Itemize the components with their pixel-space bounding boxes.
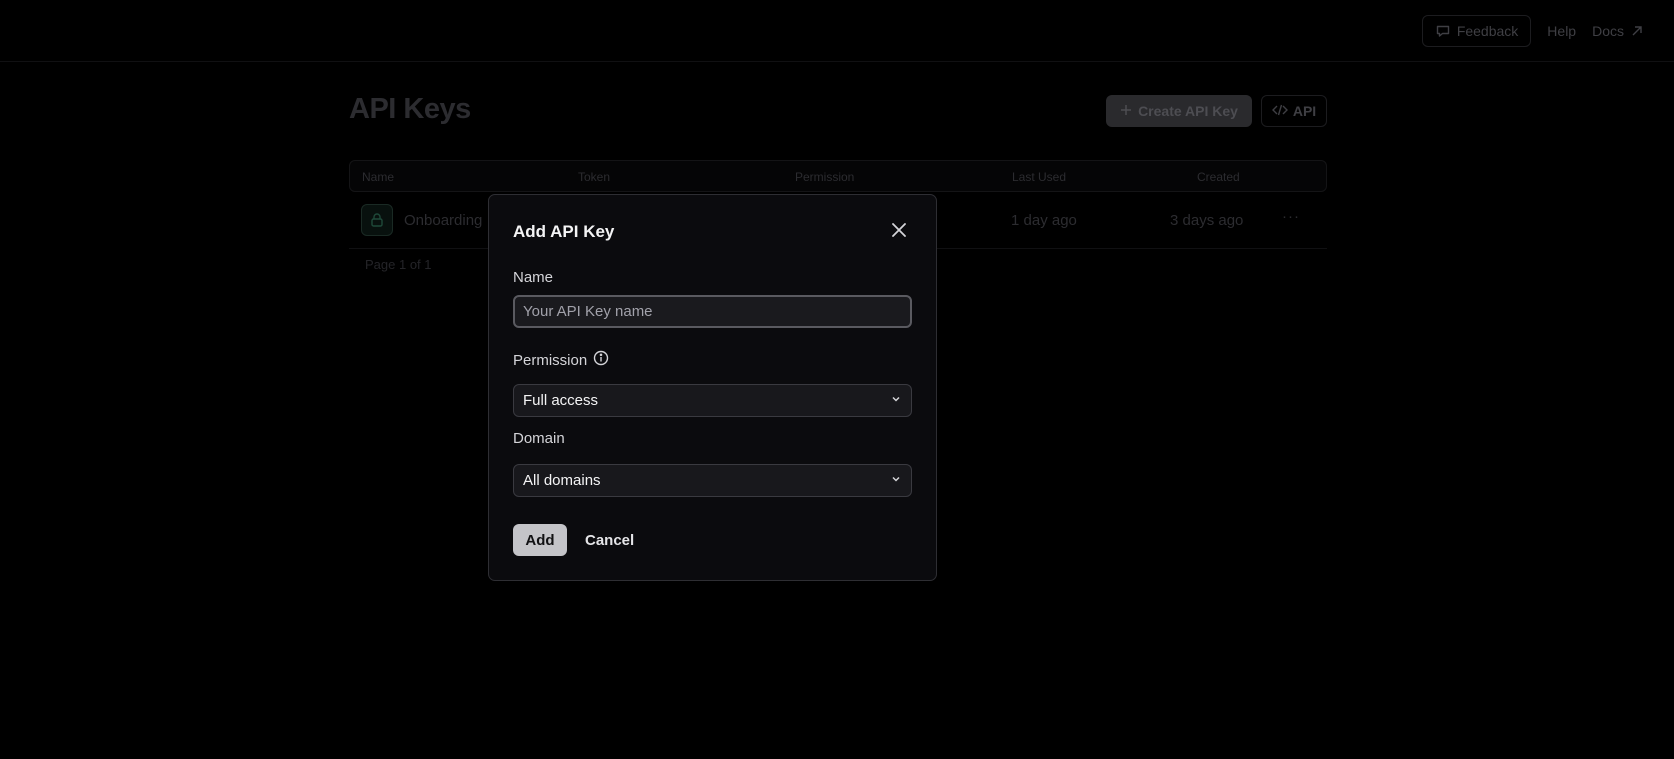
- column-header-permission: Permission: [795, 170, 855, 184]
- cancel-button[interactable]: Cancel: [577, 524, 642, 556]
- dialog-title: Add API Key: [513, 222, 615, 241]
- domain-value: All domains: [523, 472, 601, 489]
- top-bar: Feedback Help Docs: [0, 0, 1674, 62]
- row-more-menu[interactable]: ···: [1282, 208, 1300, 225]
- help-link[interactable]: Help: [1547, 23, 1576, 39]
- chat-bubble-icon: [1435, 23, 1451, 39]
- feedback-label: Feedback: [1456, 23, 1519, 39]
- row-name: Onboarding: [404, 212, 483, 229]
- column-header-created: Created: [1197, 170, 1240, 184]
- docs-link[interactable]: Docs: [1592, 23, 1644, 39]
- domain-select[interactable]: All domains: [513, 464, 912, 497]
- close-button[interactable]: [888, 221, 910, 243]
- plus-icon: [1120, 103, 1132, 119]
- lock-icon: [361, 204, 393, 236]
- permission-select[interactable]: Full access: [513, 384, 912, 417]
- column-header-name: Name: [362, 170, 395, 184]
- info-icon[interactable]: [593, 350, 609, 370]
- column-header-token: Token: [578, 170, 611, 184]
- column-header-last-used: Last Used: [1012, 170, 1067, 184]
- add-api-key-dialog: Add API Key Name Permission Full access …: [488, 194, 937, 581]
- chevron-down-icon: [890, 472, 902, 489]
- domain-label: Domain: [513, 430, 565, 447]
- chevron-down-icon: [890, 392, 902, 409]
- row-last-used: 1 day ago: [1011, 212, 1077, 229]
- page-title: API Keys: [349, 93, 471, 125]
- api-label: API: [1292, 103, 1317, 119]
- permission-label-row: Permission: [513, 350, 609, 370]
- permission-value: Full access: [523, 392, 599, 409]
- create-api-key-button[interactable]: Create API Key: [1106, 95, 1252, 127]
- top-actions: Feedback Help Docs: [1421, 15, 1644, 47]
- name-label: Name: [513, 269, 554, 286]
- permission-label: Permission: [513, 351, 588, 369]
- arrow-up-right-icon: [1630, 24, 1644, 38]
- api-key-name-input[interactable]: [513, 295, 912, 328]
- api-keys-table-header: Name Token Permission Last Used Created: [349, 160, 1327, 192]
- feedback-button[interactable]: Feedback: [1421, 15, 1532, 47]
- create-api-key-label: Create API Key: [1138, 103, 1238, 119]
- help-label: Help: [1547, 23, 1577, 39]
- api-button[interactable]: API: [1261, 95, 1327, 127]
- pagination-label: Page 1 of 1: [365, 257, 432, 272]
- code-icon: [1271, 103, 1288, 119]
- row-created: 3 days ago: [1170, 212, 1244, 229]
- docs-label: Docs: [1592, 23, 1624, 39]
- close-icon: [892, 222, 906, 242]
- add-button[interactable]: Add: [513, 524, 567, 556]
